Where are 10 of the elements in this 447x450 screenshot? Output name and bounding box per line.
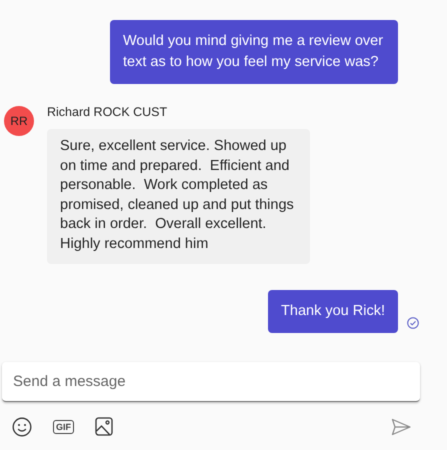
gif-button[interactable]: GIF <box>53 420 74 434</box>
message-bubble: Would you mind giving me a review over text as to how you feel my service was? <box>110 20 398 84</box>
sender-name: Richard ROCK CUST <box>47 104 168 120</box>
message-bubble: Sure, excellent service. Showed up on time and prepared. Efficient and personable. Work completed as promised, cleaned up and put things back in order. Overall excellent. Highly recommend him <box>47 129 310 264</box>
avatar[interactable]: RR <box>4 106 34 136</box>
image-icon[interactable] <box>95 417 113 436</box>
send-icon[interactable] <box>391 418 411 436</box>
message-field[interactable]: Send a message <box>2 362 420 402</box>
emoji-icon[interactable] <box>12 416 32 436</box>
message-bubble: Thank you Rick! <box>268 290 398 333</box>
